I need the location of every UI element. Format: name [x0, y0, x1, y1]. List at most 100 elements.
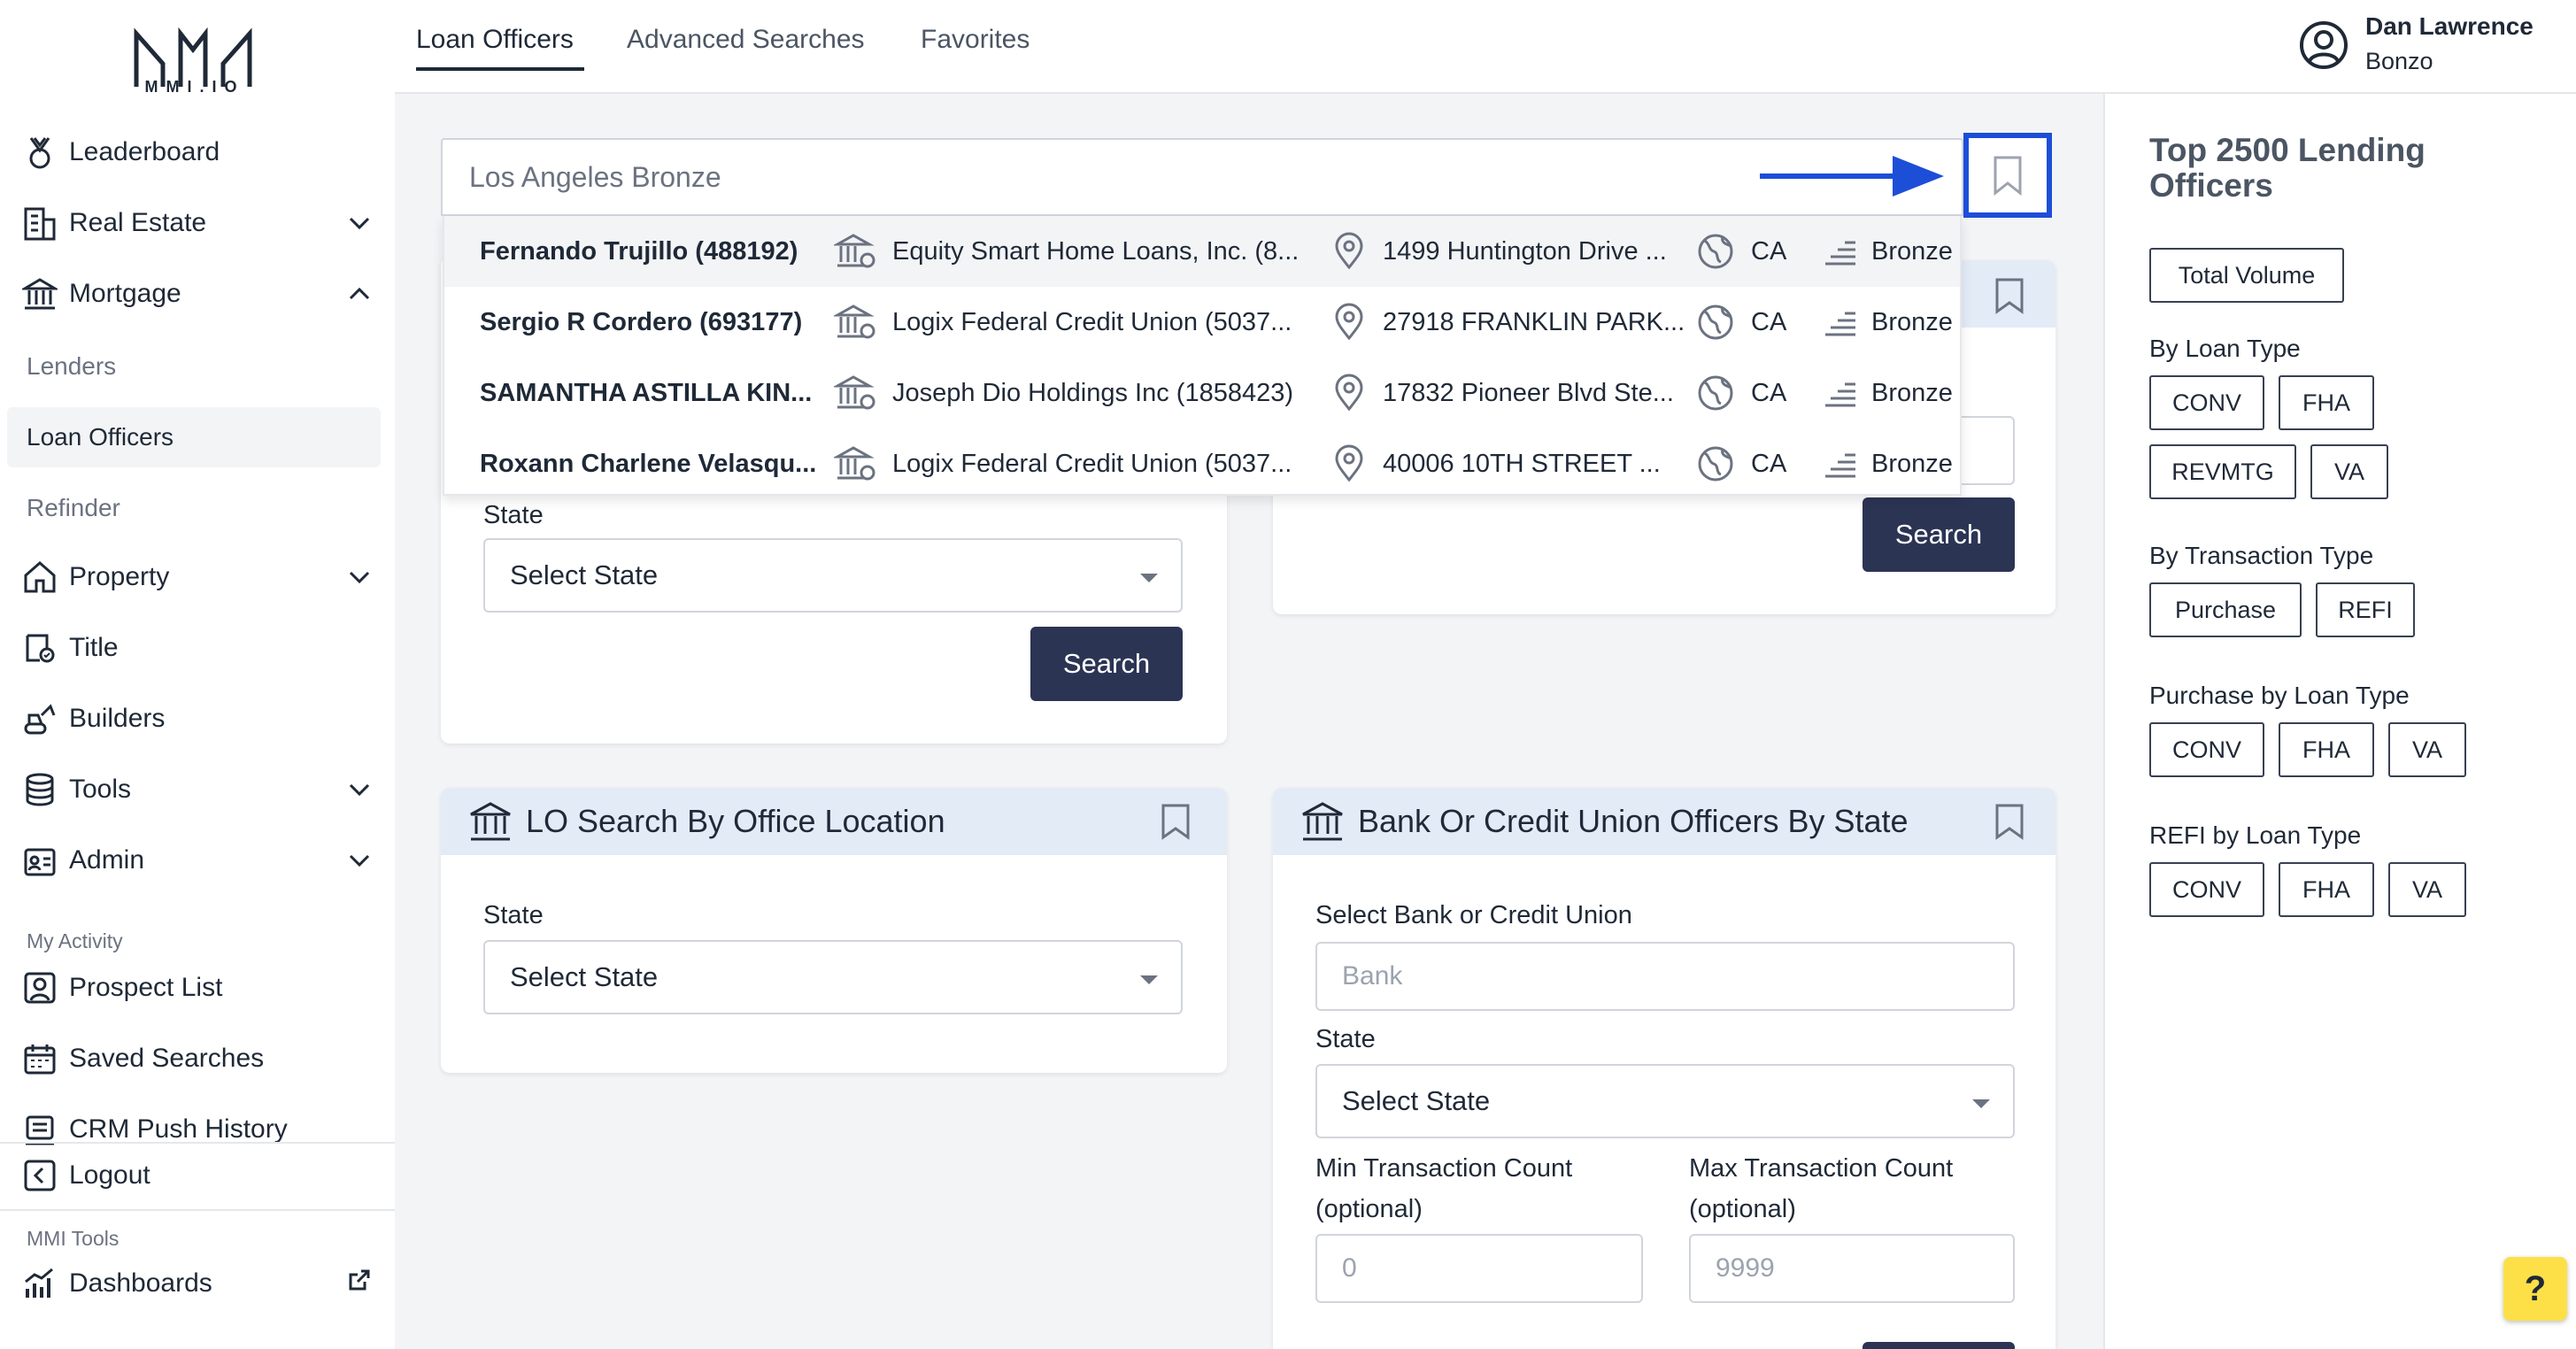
chart-icon: [19, 1263, 60, 1304]
sidebar-item-title[interactable]: Title: [19, 620, 381, 676]
loan-type-fha-button[interactable]: FHA: [2279, 375, 2374, 430]
result-state: CA: [1751, 308, 1787, 336]
purchase-conv-button[interactable]: CONV: [2149, 722, 2264, 777]
chevron-up-icon: [349, 287, 370, 300]
search-button[interactable]: Search: [1863, 497, 2015, 572]
transaction-purchase-button[interactable]: Purchase: [2149, 582, 2302, 637]
bookmark-icon[interactable]: [1158, 802, 1193, 841]
tab-loan-officers[interactable]: Loan Officers: [416, 25, 574, 55]
sidebar-item-loan-officers[interactable]: Loan Officers: [7, 407, 381, 467]
purchase-va-button[interactable]: VA: [2388, 722, 2466, 777]
tab-favorites[interactable]: Favorites: [921, 25, 1030, 55]
certificate-icon: [19, 628, 60, 668]
top-lending-officers-panel: Top 2500 Lending Officers Total Volume B…: [2103, 94, 2576, 1349]
sidebar-item-label: Leaderboard: [69, 137, 220, 166]
bank-icon: [470, 802, 511, 841]
transaction-refi-button[interactable]: REFI: [2316, 582, 2415, 637]
sidebar-item-refinder[interactable]: Refinder: [7, 478, 381, 538]
sidebar-item-tools[interactable]: Tools: [19, 761, 381, 818]
loan-type-va-button[interactable]: VA: [2310, 444, 2388, 499]
state-select-value: Select State: [1342, 1085, 1491, 1116]
excavator-icon: [19, 698, 60, 739]
global-search-input[interactable]: Los Angeles Bronze: [441, 138, 1963, 216]
search-button-partial[interactable]: [1863, 1342, 2015, 1349]
bookmark-icon[interactable]: [1992, 802, 2027, 841]
tier-bars-icon: [1825, 312, 1855, 336]
tier-bars-icon: [1825, 382, 1855, 407]
caret-down-icon: [1140, 975, 1158, 984]
document-list-icon: [19, 1109, 60, 1150]
tier-bars-icon: [1825, 241, 1855, 266]
sidebar-item-mortgage[interactable]: Mortgage: [19, 266, 381, 322]
state-select[interactable]: Select State: [1315, 1064, 2015, 1138]
loan-type-conv-button[interactable]: CONV: [2149, 375, 2264, 430]
state-label: State: [483, 501, 544, 529]
refi-fha-button[interactable]: FHA: [2279, 862, 2374, 917]
id-card-icon: [19, 840, 60, 881]
logo-text: MMI.IO: [144, 78, 245, 96]
user-avatar-icon[interactable]: [2298, 19, 2349, 71]
search-result-row[interactable]: Sergio R Cordero (693177) Logix Federal …: [444, 287, 1960, 358]
sidebar-item-label: Dashboards: [69, 1268, 212, 1298]
refi-conv-button[interactable]: CONV: [2149, 862, 2264, 917]
max-transaction-input[interactable]: 9999: [1689, 1234, 2015, 1303]
search-button[interactable]: Search: [1030, 627, 1183, 701]
logout-button[interactable]: Logout: [19, 1147, 381, 1204]
globe-icon: [1698, 375, 1733, 411]
user-name[interactable]: Dan Lawrence: [2365, 12, 2534, 41]
save-search-bookmark-button[interactable]: [1963, 133, 2052, 218]
tier-bars-icon: [1825, 453, 1855, 478]
sidebar-item-label: Builders: [69, 704, 166, 733]
external-link-icon: [349, 1269, 370, 1291]
result-address: 17832 Pioneer Blvd Ste...: [1383, 379, 1674, 407]
sidebar-item-builders[interactable]: Builders: [19, 690, 381, 747]
sidebar-item-dashboards[interactable]: Dashboards: [19, 1255, 381, 1312]
sidebar-item-label: Real Estate: [69, 208, 207, 237]
sidebar-item-label: Saved Searches: [69, 1044, 265, 1073]
max-transaction-optional: (optional): [1689, 1195, 1796, 1223]
logout-icon: [19, 1155, 60, 1196]
total-volume-button[interactable]: Total Volume: [2149, 248, 2344, 303]
sidebar-item-label: Mortgage: [69, 279, 181, 308]
bank-input[interactable]: Bank: [1315, 942, 2015, 1011]
bookmark-icon[interactable]: [1992, 276, 2027, 315]
refi-va-button[interactable]: VA: [2388, 862, 2466, 917]
sidebar-item-lenders[interactable]: Lenders: [7, 336, 381, 397]
sidebar-item-admin[interactable]: Admin: [19, 832, 381, 889]
result-name: Roxann Charlene Velasqu...: [480, 450, 816, 478]
result-company: Equity Smart Home Loans, Inc. (8...: [892, 237, 1300, 266]
sidebar-item-saved-searches[interactable]: Saved Searches: [19, 1030, 381, 1087]
sidebar-item-leaderboard[interactable]: Leaderboard: [19, 124, 381, 181]
min-transaction-optional: (optional): [1315, 1195, 1423, 1223]
help-button[interactable]: ?: [2503, 1257, 2567, 1321]
sidebar-item-prospect-list[interactable]: Prospect List: [19, 960, 381, 1016]
globe-icon: [1698, 304, 1733, 340]
chevron-down-icon: [349, 854, 370, 867]
min-transaction-input[interactable]: 0: [1315, 1234, 1643, 1303]
search-result-row[interactable]: Roxann Charlene Velasqu... Logix Federal…: [444, 428, 1960, 499]
database-icon: [19, 769, 60, 810]
caret-down-icon: [1972, 1099, 1990, 1108]
sidebar-item-property[interactable]: Property: [19, 549, 381, 605]
globe-icon: [1698, 446, 1733, 482]
my-activity-label: My Activity: [27, 929, 123, 952]
max-transaction-label: Max Transaction Count: [1689, 1154, 1954, 1183]
result-address: 1499 Huntington Drive ...: [1383, 237, 1667, 266]
sidebar-item-label: Admin: [69, 845, 145, 875]
result-tier: Bronze: [1871, 237, 1953, 266]
globe-icon: [1698, 234, 1733, 269]
bank-credit-union-card: Bank Or Credit Union Officers By State S…: [1273, 788, 2055, 1349]
loan-type-revmtg-button[interactable]: REVMTG: [2149, 444, 2296, 499]
sidebar-divider: [0, 1142, 395, 1144]
purchase-fha-button[interactable]: FHA: [2279, 722, 2374, 777]
search-result-row[interactable]: SAMANTHA ASTILLA KIN... Joseph Dio Holdi…: [444, 358, 1960, 428]
search-result-row[interactable]: Fernando Trujillo (488192) Equity Smart …: [444, 216, 1960, 287]
sidebar-item-real-estate[interactable]: Real Estate: [19, 195, 381, 251]
state-select[interactable]: Select State: [483, 538, 1183, 613]
card-title: LO Search By Office Location: [526, 803, 945, 839]
chevron-down-icon: [349, 783, 370, 797]
bank-label: Select Bank or Credit Union: [1315, 901, 1632, 929]
result-name: Fernando Trujillo (488192): [480, 237, 798, 266]
state-select[interactable]: Select State: [483, 940, 1183, 1014]
tab-advanced-searches[interactable]: Advanced Searches: [627, 25, 865, 55]
